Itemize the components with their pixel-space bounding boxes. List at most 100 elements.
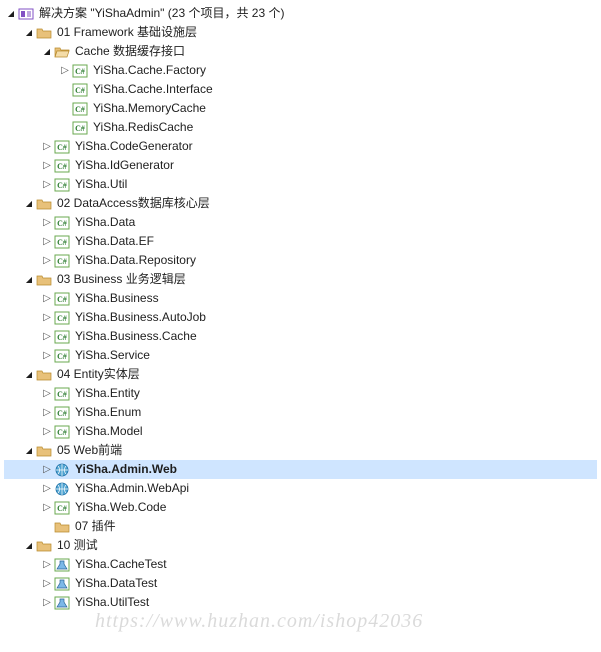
svg-text:C#: C# xyxy=(57,504,67,513)
expand-icon[interactable]: ▷ xyxy=(40,460,54,479)
tree-row[interactable]: ▷C#YiSha.Business.AutoJob xyxy=(4,308,597,327)
testproj-icon xyxy=(54,595,70,611)
expand-icon[interactable]: ▷ xyxy=(40,384,54,403)
folder-icon xyxy=(36,367,52,383)
collapse-icon[interactable]: ◢ xyxy=(22,23,36,42)
tree-row[interactable]: ▷C#YiSha.Cache.Factory xyxy=(4,61,597,80)
expand-icon[interactable]: ▷ xyxy=(40,555,54,574)
expand-icon[interactable]: ▷ xyxy=(40,498,54,517)
tree-row[interactable]: ◢解决方案 "YiShaAdmin" (23 个项目，共 23 个) xyxy=(4,4,597,23)
tree-row[interactable]: ◢04 Entity实体层 xyxy=(4,365,597,384)
tree-row[interactable]: ▷C#YiSha.Business.Cache xyxy=(4,327,597,346)
collapse-icon[interactable]: ◢ xyxy=(40,42,54,61)
tree-item-label: YiSha.Cache.Interface xyxy=(92,80,213,99)
csproj-icon: C# xyxy=(54,158,70,174)
tree-item-label: YiSha.Data xyxy=(74,213,135,232)
svg-text:C#: C# xyxy=(57,219,67,228)
tree-row[interactable]: ▷C# YiSha.Entity xyxy=(4,384,597,403)
tree-row[interactable]: ▷C# YiSha.Model xyxy=(4,422,597,441)
expand-icon[interactable]: ▷ xyxy=(40,175,54,194)
tree-row[interactable]: ▷C#YiSha.Enum xyxy=(4,403,597,422)
collapse-icon[interactable]: ◢ xyxy=(4,4,18,23)
tree-row[interactable]: ▷ YiSha.DataTest xyxy=(4,574,597,593)
tree-row[interactable]: ◢ 02 DataAccess数据库核心层 xyxy=(4,194,597,213)
folder-icon xyxy=(54,519,70,535)
expand-icon[interactable]: ▷ xyxy=(40,422,54,441)
tree-row[interactable]: ▷C#YiSha.Web.Code xyxy=(4,498,597,517)
expand-icon[interactable]: ▷ xyxy=(40,327,54,346)
tree-row[interactable]: ◢ 05 Web前端 xyxy=(4,441,597,460)
svg-text:C#: C# xyxy=(57,428,67,437)
csproj-icon: C# xyxy=(54,234,70,250)
tree-item-label: YiSha.Admin.Web xyxy=(74,460,177,479)
tree-row[interactable]: ◢ Cache 数据缓存接口 xyxy=(4,42,597,61)
svg-text:C#: C# xyxy=(57,162,67,171)
tree-item-label: YiSha.Business xyxy=(74,289,159,308)
svg-text:C#: C# xyxy=(57,390,67,399)
svg-text:C#: C# xyxy=(75,124,85,133)
tree-row[interactable]: ▷C# YiSha.Data xyxy=(4,213,597,232)
expand-icon[interactable]: ▷ xyxy=(40,213,54,232)
tree-row[interactable]: ▷C#YiSha.Util xyxy=(4,175,597,194)
csproj-icon: C# xyxy=(54,386,70,402)
tree-item-label: 05 Web前端 xyxy=(56,441,122,460)
tree-item-label: YiSha.MemoryCache xyxy=(92,99,206,118)
expand-icon[interactable]: ▷ xyxy=(58,61,72,80)
tree-item-label: YiSha.CodeGenerator xyxy=(74,137,193,156)
tree-row[interactable]: ▷C#YiSha.IdGenerator xyxy=(4,156,597,175)
tree-row[interactable]: ▷C#YiSha.Data.EF xyxy=(4,232,597,251)
tree-item-label: YiSha.DataTest xyxy=(74,574,157,593)
tree-item-label: YiSha.Model xyxy=(74,422,143,441)
tree-item-label: Cache 数据缓存接口 xyxy=(74,42,185,61)
expand-icon[interactable]: ▷ xyxy=(40,308,54,327)
expand-icon[interactable]: ▷ xyxy=(40,593,54,612)
svg-text:C#: C# xyxy=(57,181,67,190)
tree-item-label: YiSha.Data.EF xyxy=(74,232,154,251)
tree-row[interactable]: ▷C#YiSha.Data.Repository xyxy=(4,251,597,270)
folder-icon xyxy=(36,443,52,459)
collapse-icon[interactable]: ◢ xyxy=(22,441,36,460)
expand-icon[interactable]: ▷ xyxy=(40,232,54,251)
solution-icon xyxy=(18,6,34,22)
tree-item-label: YiSha.Data.Repository xyxy=(74,251,196,270)
tree-item-label: YiSha.UtilTest xyxy=(74,593,149,612)
tree-row[interactable]: C#YiSha.RedisCache xyxy=(4,118,597,137)
tree-row[interactable]: ▷C#YiSha.Business xyxy=(4,289,597,308)
tree-row[interactable]: ◢03 Business 业务逻辑层 xyxy=(4,270,597,289)
tree-row[interactable]: ▷ YiSha.Admin.Web xyxy=(4,460,597,479)
tree-item-label: YiSha.Entity xyxy=(74,384,140,403)
tree-row[interactable]: ◢10 测试 xyxy=(4,536,597,555)
expand-icon[interactable]: ▷ xyxy=(40,156,54,175)
tree-item-label: YiSha.Admin.WebApi xyxy=(74,479,189,498)
tree-row[interactable]: C#YiSha.Cache.Interface xyxy=(4,80,597,99)
folder-open-icon xyxy=(54,44,70,60)
csproj-icon: C# xyxy=(72,82,88,98)
expand-icon[interactable]: ▷ xyxy=(40,137,54,156)
collapse-icon[interactable]: ◢ xyxy=(22,536,36,555)
collapse-icon[interactable]: ◢ xyxy=(22,194,36,213)
expand-icon[interactable]: ▷ xyxy=(40,346,54,365)
tree-row[interactable]: ▷C#YiSha.CodeGenerator xyxy=(4,137,597,156)
collapse-icon[interactable]: ◢ xyxy=(22,270,36,289)
tree-item-label: 02 DataAccess数据库核心层 xyxy=(56,194,210,213)
tree-row[interactable]: 07 插件 xyxy=(4,517,597,536)
svg-text:C#: C# xyxy=(57,314,67,323)
expand-icon[interactable]: ▷ xyxy=(40,251,54,270)
tree-row[interactable]: C#YiSha.MemoryCache xyxy=(4,99,597,118)
tree-item-label: YiSha.Service xyxy=(74,346,150,365)
tree-row[interactable]: ▷YiSha.CacheTest xyxy=(4,555,597,574)
csproj-icon: C# xyxy=(54,348,70,364)
tree-row[interactable]: ◢ 01 Framework 基础设施层 xyxy=(4,23,597,42)
expand-icon[interactable]: ▷ xyxy=(40,574,54,593)
expand-icon[interactable]: ▷ xyxy=(40,403,54,422)
tree-row[interactable]: ▷ YiSha.UtilTest xyxy=(4,593,597,612)
tree-item-label: 07 插件 xyxy=(74,517,116,536)
expand-icon[interactable]: ▷ xyxy=(40,479,54,498)
csproj-icon: C# xyxy=(72,120,88,136)
tree-item-label: YiSha.Cache.Factory xyxy=(92,61,206,80)
expand-icon[interactable]: ▷ xyxy=(40,289,54,308)
tree-item-label: 01 Framework 基础设施层 xyxy=(56,23,197,42)
tree-row[interactable]: ▷ YiSha.Admin.WebApi xyxy=(4,479,597,498)
collapse-icon[interactable]: ◢ xyxy=(22,365,36,384)
tree-row[interactable]: ▷C#YiSha.Service xyxy=(4,346,597,365)
